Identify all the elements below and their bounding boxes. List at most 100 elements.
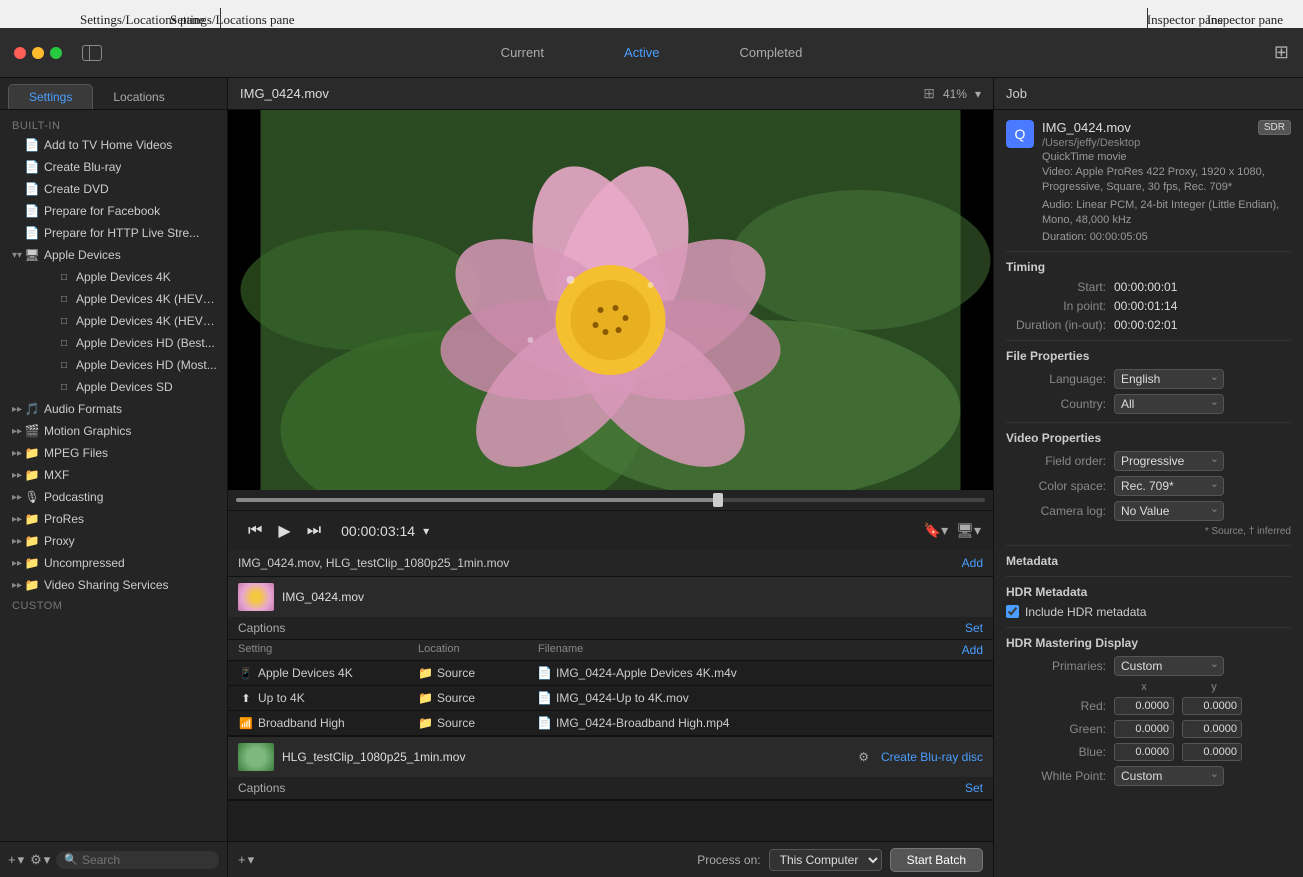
setting-name: Up to 4K xyxy=(258,691,418,705)
blue-x-input[interactable] xyxy=(1114,743,1174,761)
sidebar-item-apple-hd-most[interactable]: □ Apple Devices HD (Most... xyxy=(0,354,227,376)
table-row[interactable]: ⬆ Up to 4K 📁 Source 📄 IMG_0424-Up to 4K.… xyxy=(228,686,993,711)
sidebar-item-dvd[interactable]: 📄 Create DVD xyxy=(0,178,227,200)
green-x-input[interactable] xyxy=(1114,720,1174,738)
grid-view-icon[interactable]: ⊞ xyxy=(1274,42,1289,63)
settings-button[interactable]: ⚙ ▾ xyxy=(30,852,50,868)
sidebar-item-label: Apple Devices SD xyxy=(76,380,173,394)
batch-item-header: IMG_0424.mov xyxy=(228,577,993,617)
language-select[interactable]: English xyxy=(1114,369,1224,389)
blue-label: Blue: xyxy=(1006,745,1106,759)
rewind-button[interactable]: ⏮ xyxy=(240,522,270,540)
captions-set-link[interactable]: Set xyxy=(965,621,983,635)
green-y-input[interactable] xyxy=(1182,720,1242,738)
file-duration: Duration: 00:00:05:05 xyxy=(1042,231,1291,243)
sidebar-item-mxf[interactable]: ▸ 📁 MXF xyxy=(0,464,227,486)
add-item-button[interactable]: + ▾ xyxy=(8,852,24,868)
table-row[interactable]: 📱 Apple Devices 4K 📁 Source 📄 IMG_0424-A… xyxy=(228,661,993,686)
country-select-wrapper: All xyxy=(1114,394,1224,414)
zoom-dropdown-button[interactable]: ▾ xyxy=(975,87,981,101)
device-icon: □ xyxy=(56,357,72,373)
sidebar-tab-locations[interactable]: Locations xyxy=(93,84,184,109)
sidebar-item-apple-hd-best[interactable]: □ Apple Devices HD (Best... xyxy=(0,332,227,354)
sidebar-item-add-tv[interactable]: 📄 Add to TV Home Videos xyxy=(0,134,227,156)
output-button[interactable]: 🖥▾ xyxy=(956,522,981,539)
col-add-link[interactable]: Add xyxy=(962,643,983,657)
file-icon: 📄 xyxy=(537,666,553,680)
tab-active[interactable]: Active xyxy=(584,40,699,65)
captions-label-2: Captions xyxy=(238,781,965,795)
sidebar-item-mpeg[interactable]: ▸ 📁 MPEG Files xyxy=(0,442,227,464)
hdr-mastering-title: HDR Mastering Display xyxy=(1006,636,1291,650)
timecode-display: 00:00:03:14 xyxy=(341,523,415,539)
process-select[interactable]: This Computer xyxy=(769,849,882,871)
sidebar-item-podcasting[interactable]: ▸ 🎙 Podcasting xyxy=(0,486,227,508)
red-x-input[interactable] xyxy=(1114,697,1174,715)
duration-label: Duration (in-out): xyxy=(1006,318,1106,332)
file-info-text: IMG_0424.mov SDR /Users/jeffy/Desktop Qu… xyxy=(1042,120,1291,243)
tab-current[interactable]: Current xyxy=(461,40,584,65)
sidebar-item-bluray[interactable]: 📄 Create Blu-ray xyxy=(0,156,227,178)
inpoint-label: In point: xyxy=(1006,299,1106,313)
timecode-dropdown[interactable]: ▾ xyxy=(415,524,437,538)
captions-set-link-2[interactable]: Set xyxy=(965,781,983,795)
sidebar-item-audio-formats[interactable]: ▸ 🎵 Audio Formats xyxy=(0,398,227,420)
create-bluray-link[interactable]: Create Blu-ray disc xyxy=(881,750,983,764)
scrubber-thumb[interactable] xyxy=(713,493,723,507)
sidebar-item-facebook[interactable]: 📄 Prepare for Facebook xyxy=(0,200,227,222)
sidebar-item-apple-4k-hevc2[interactable]: □ Apple Devices 4K (HEVC... xyxy=(0,310,227,332)
builtin-section-label: BUILT-IN xyxy=(0,116,227,134)
include-hdr-checkbox[interactable] xyxy=(1006,605,1019,618)
playback-controls: ⏮ ▶ ⏭ 00:00:03:14 ▾ 🔖▾ 🖥▾ xyxy=(228,510,993,550)
sidebar-toggle-button[interactable] xyxy=(82,45,102,61)
bookmark-button[interactable]: 🔖▾ xyxy=(924,522,948,539)
filename-value: IMG_0424-Up to 4K.mov xyxy=(556,691,689,705)
sidebar-item-proxy[interactable]: ▸ 📁 Proxy xyxy=(0,530,227,552)
sidebar-item-label: MPEG Files xyxy=(44,446,108,460)
gear-icon: ⚙ xyxy=(858,750,869,764)
camera-log-select[interactable]: No Value xyxy=(1114,501,1224,521)
maximize-button[interactable] xyxy=(50,47,62,59)
sidebar-item-motion-graphics[interactable]: ▸ 🎬 Motion Graphics xyxy=(0,420,227,442)
sidebar-item-apple-sd[interactable]: □ Apple Devices SD xyxy=(0,376,227,398)
scrubber-track[interactable] xyxy=(236,498,985,502)
sidebar-item-uncompressed[interactable]: ▸ 📁 Uncompressed xyxy=(0,552,227,574)
metadata-title: Metadata xyxy=(1006,554,1291,568)
primaries-select[interactable]: Custom xyxy=(1114,656,1224,676)
sidebar-tab-settings[interactable]: Settings xyxy=(8,84,93,109)
red-y-input[interactable] xyxy=(1182,697,1242,715)
captions-row: Captions Set xyxy=(228,617,993,640)
minimize-button[interactable] xyxy=(32,47,44,59)
fast-forward-button[interactable]: ⏭ xyxy=(299,522,329,540)
batch-item-img0424: IMG_0424.mov Captions Set Setting Locati… xyxy=(228,577,993,737)
sidebar-item-http[interactable]: 📄 Prepare for HTTP Live Stre... xyxy=(0,222,227,244)
close-button[interactable] xyxy=(14,47,26,59)
batch-add-link[interactable]: Add xyxy=(962,556,983,570)
table-row[interactable]: 📶 Broadband High 📁 Source 📄 IMG_0424-Bro… xyxy=(228,711,993,736)
red-label: Red: xyxy=(1006,699,1106,713)
start-batch-button[interactable]: Start Batch xyxy=(890,848,983,872)
broadband-icon: 📶 xyxy=(238,715,254,731)
color-space-select[interactable]: Rec. 709* xyxy=(1114,476,1224,496)
search-input[interactable] xyxy=(82,853,211,867)
field-order-select[interactable]: Progressive xyxy=(1114,451,1224,471)
folder-icon: 🎙 xyxy=(24,489,40,505)
sidebar: Settings Locations BUILT-IN 📄 Add to TV … xyxy=(0,78,228,877)
sidebar-item-prores[interactable]: ▸ 📁 ProRes xyxy=(0,508,227,530)
play-button[interactable]: ▶ xyxy=(270,521,298,541)
sidebar-item-label: Add to TV Home Videos xyxy=(44,138,172,152)
batch-item-name: HLG_testClip_1080p25_1min.mov xyxy=(282,750,850,764)
tab-completed[interactable]: Completed xyxy=(699,40,842,65)
sidebar-item-apple-4k-hevc1[interactable]: □ Apple Devices 4K (HEVC... xyxy=(0,288,227,310)
search-icon: 🔍 xyxy=(64,853,78,866)
document-icon: 📄 xyxy=(24,225,40,241)
sidebar-item-video-sharing[interactable]: ▸ 📁 Video Sharing Services xyxy=(0,574,227,596)
add-batch-button[interactable]: + ▾ xyxy=(238,852,254,868)
sidebar-item-apple-devices[interactable]: ▾ 🖥 Apple Devices xyxy=(0,244,227,266)
include-hdr-label: Include HDR metadata xyxy=(1025,605,1146,619)
blue-y-input[interactable] xyxy=(1182,743,1242,761)
country-select[interactable]: All xyxy=(1114,394,1224,414)
dropdown-arrow-icon: ▾ xyxy=(18,852,25,868)
sidebar-item-apple-4k[interactable]: □ Apple Devices 4K xyxy=(0,266,227,288)
white-point-select[interactable]: Custom xyxy=(1114,766,1224,786)
